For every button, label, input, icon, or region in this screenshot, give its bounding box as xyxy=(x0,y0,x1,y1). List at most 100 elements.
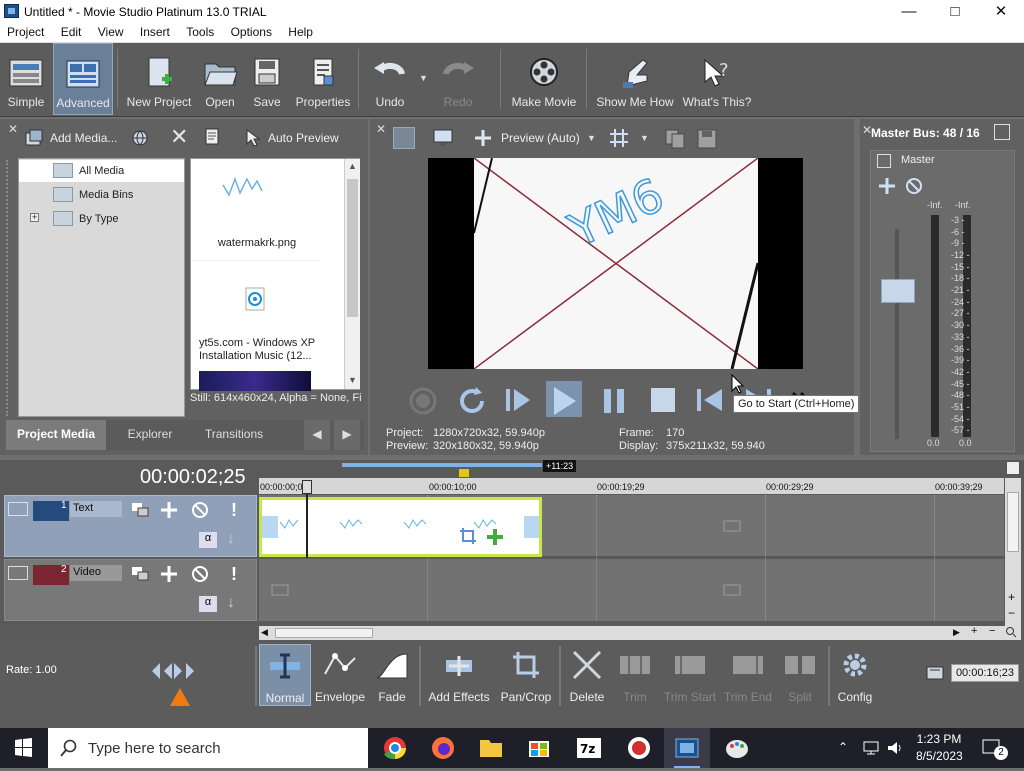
auto-preview-button[interactable]: Auto Preview xyxy=(268,131,339,145)
mute-track-icon[interactable] xyxy=(191,565,209,583)
fx-arrow-icon[interactable]: ↓ xyxy=(227,530,241,550)
delete-button[interactable]: Delete xyxy=(564,644,610,706)
movie-studio-taskbar-icon[interactable] xyxy=(664,728,710,768)
timeline-options-icon[interactable] xyxy=(1006,461,1020,475)
add-effects-button[interactable]: Add Effects xyxy=(423,644,495,706)
tree-item-all-media[interactable]: All Media xyxy=(19,160,184,182)
globe-icon[interactable] xyxy=(131,129,149,147)
tree-item-media-bins[interactable]: Media Bins xyxy=(19,184,184,206)
close-button[interactable]: ✕ xyxy=(978,0,1024,23)
paint-icon[interactable] xyxy=(714,728,760,768)
new-project-button[interactable]: New Project xyxy=(122,43,196,115)
solo-icon[interactable]: ! xyxy=(231,500,237,521)
whats-this-button[interactable]: ? What's This? xyxy=(682,43,752,115)
media-list-scrollbar[interactable]: ▲ ▼ xyxy=(344,159,360,389)
minimize-button[interactable]: — xyxy=(886,0,932,23)
expand-icon[interactable]: + xyxy=(30,213,39,222)
scroll-thumb[interactable] xyxy=(1007,492,1019,552)
timeline-horizontal-scrollbar[interactable]: ◀ ▶ + − xyxy=(259,625,1021,640)
show-me-how-button[interactable]: Show Me How xyxy=(592,43,678,115)
media-item-audio[interactable]: yt5s.com - Windows XP Installation Music… xyxy=(193,279,333,367)
compositing-mode-icon[interactable] xyxy=(131,502,149,518)
menu-tools[interactable]: Tools xyxy=(179,23,220,39)
undo-dropdown-icon[interactable]: ▼ xyxy=(419,73,428,83)
zoom-out-icon[interactable]: − xyxy=(989,625,995,637)
tab-project-media[interactable]: Project Media xyxy=(6,420,106,450)
track-motion-icon[interactable] xyxy=(160,502,178,518)
menu-view[interactable]: View xyxy=(91,23,130,39)
timecode-settings-icon[interactable] xyxy=(926,664,946,682)
pan-crop-event-icon[interactable] xyxy=(460,528,476,544)
timeline-ruler[interactable]: 00:00:00;00 00:00:10;00 00:00:19;29 00:0… xyxy=(259,478,1004,494)
zoom-in-icon[interactable]: + xyxy=(971,625,977,637)
properties-button[interactable]: Properties xyxy=(292,43,354,115)
tab-explorer[interactable]: Explorer xyxy=(110,420,190,450)
taskbar-search-box[interactable]: Type here to search xyxy=(48,728,368,768)
envelope-edit-tool[interactable]: Envelope xyxy=(313,644,367,706)
menu-help[interactable]: Help xyxy=(281,23,319,39)
scroll-right-icon[interactable]: ▶ xyxy=(953,627,960,638)
tab-scroll-left-icon[interactable]: ◀ xyxy=(304,420,330,450)
advanced-mode-button[interactable]: Advanced xyxy=(53,43,113,115)
event-fx-icon[interactable] xyxy=(486,528,504,546)
mute-icon[interactable] xyxy=(905,177,923,195)
stop-icon[interactable] xyxy=(645,381,681,417)
tab-transitions[interactable]: Transitions xyxy=(194,420,274,450)
7zip-icon[interactable]: 7z xyxy=(566,728,612,768)
store-icon[interactable] xyxy=(516,728,562,768)
rate-slider-handle[interactable] xyxy=(168,686,192,708)
media-item-watermark[interactable]: watermakrk.png xyxy=(193,161,321,261)
mute-track-icon[interactable] xyxy=(191,501,209,519)
config-button[interactable]: Config xyxy=(832,644,878,706)
open-button[interactable]: Open xyxy=(198,43,242,115)
clock-date[interactable]: 8/5/2023 xyxy=(916,749,963,763)
recorder-icon[interactable] xyxy=(616,728,662,768)
track-lane-video[interactable] xyxy=(259,559,1004,621)
maximize-button[interactable]: □ xyxy=(932,0,978,23)
preview-quality-dropdown[interactable]: Preview (Auto) xyxy=(501,131,580,145)
menu-edit[interactable]: Edit xyxy=(54,23,88,39)
tray-chevron-up-icon[interactable]: ⌃ xyxy=(838,740,848,754)
firefox-icon[interactable] xyxy=(420,728,466,768)
normal-edit-tool[interactable]: Normal xyxy=(259,644,311,706)
scroll-thumb[interactable] xyxy=(275,628,373,638)
scroll-down-icon[interactable]: ▼ xyxy=(348,375,357,385)
delete-media-icon[interactable]: ✕ xyxy=(170,126,192,148)
track-collapse-icon[interactable] xyxy=(8,502,28,516)
scroll-thumb[interactable] xyxy=(347,179,358,317)
add-media-button[interactable]: Add Media... xyxy=(50,131,117,145)
play-icon[interactable] xyxy=(546,381,582,417)
marker-icon[interactable] xyxy=(459,469,469,477)
track-name[interactable]: Video xyxy=(70,565,122,581)
menu-project[interactable]: Project xyxy=(0,23,50,39)
pan-crop-button[interactable]: Pan/Crop xyxy=(497,644,555,706)
track-collapse-icon[interactable] xyxy=(8,566,28,580)
preview-properties-icon[interactable] xyxy=(393,127,415,149)
play-from-start-icon[interactable] xyxy=(500,381,536,417)
fx-arrow-icon[interactable]: ↓ xyxy=(227,594,241,614)
playhead-handle[interactable] xyxy=(302,480,312,494)
track-motion-icon[interactable] xyxy=(160,566,178,582)
split-screen-icon[interactable] xyxy=(472,128,494,148)
save-button[interactable]: Save xyxy=(245,43,289,115)
pause-icon[interactable] xyxy=(596,381,632,417)
magnifier-icon[interactable] xyxy=(1005,626,1017,638)
track-header-text[interactable]: 1 Text ! α ↓ xyxy=(4,495,257,557)
chrome-icon[interactable] xyxy=(372,728,418,768)
panel-grip[interactable] xyxy=(6,160,12,416)
zoom-in-vertical-icon[interactable]: + xyxy=(1008,590,1015,604)
scroll-up-icon[interactable]: ▲ xyxy=(348,161,357,171)
compositing-mode-icon[interactable] xyxy=(131,566,149,582)
undo-button[interactable]: Undo xyxy=(364,43,416,115)
preview-close-icon[interactable]: ✕ xyxy=(376,122,386,136)
chevron-down-icon[interactable]: ▼ xyxy=(640,133,649,143)
master-fx-icon[interactable] xyxy=(877,154,891,168)
make-movie-button[interactable]: Make Movie xyxy=(506,43,582,115)
scroll-left-icon[interactable]: ◀ xyxy=(261,627,268,638)
timeline-clip-watermark[interactable] xyxy=(259,497,542,557)
menu-options[interactable]: Options xyxy=(224,23,278,39)
tree-item-by-type[interactable]: + By Type xyxy=(19,208,184,230)
panel-close-icon[interactable]: ✕ xyxy=(8,122,18,136)
simple-mode-button[interactable]: Simple xyxy=(2,43,50,115)
loop-region-bar[interactable] xyxy=(342,463,542,467)
